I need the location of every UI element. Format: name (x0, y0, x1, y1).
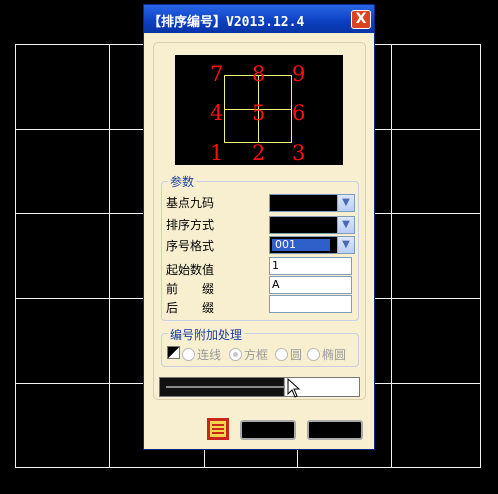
seq-format-select[interactable]: 001 ▼ (269, 236, 355, 254)
position-preview: 7 8 9 4 5 6 1 2 3 (175, 55, 343, 165)
logo-graphic (210, 421, 226, 437)
grid-hline (15, 467, 481, 468)
ok-button[interactable] (240, 420, 296, 440)
grid-vline (391, 44, 392, 468)
option-circle-label: 圆 (290, 348, 303, 362)
chevron-down-icon[interactable]: ▼ (337, 237, 354, 253)
extra-enable-checkbox[interactable] (167, 346, 180, 360)
start-value-label: 起始数值 (166, 263, 215, 277)
close-button[interactable]: X (351, 10, 371, 29)
button-bar (166, 386, 285, 388)
radio-icon (229, 348, 242, 361)
sort-mode-select[interactable]: ▼ (269, 216, 355, 234)
base-point-label: 基点九码 (166, 196, 215, 210)
suffix-label: 后 缀 (166, 301, 215, 315)
option-box[interactable]: 方框 (229, 346, 268, 363)
radio-icon (182, 348, 195, 361)
pick-objects-button[interactable] (159, 377, 360, 397)
option-circle[interactable]: 圆 (275, 346, 302, 363)
chevron-down-icon[interactable]: ▼ (337, 217, 354, 233)
sort-mode-label: 排序方式 (166, 218, 215, 232)
grid-number-2[interactable]: 2 (252, 142, 265, 164)
option-ellipse[interactable]: 椭圆 (307, 346, 346, 363)
grid-number-8[interactable]: 8 (252, 63, 265, 85)
suffix-input[interactable] (269, 295, 352, 313)
grid-vline (15, 44, 16, 468)
sort-number-dialog: 【排序编号】V2013.12.4 X 7 8 9 4 5 6 1 2 3 参数 … (143, 4, 375, 450)
option-ellipse-label: 椭圆 (322, 348, 347, 362)
grid-number-5[interactable]: 5 (252, 102, 265, 124)
window-title: 【排序编号】V2013.12.4 (148, 15, 305, 30)
start-value-input[interactable]: 1 (269, 257, 352, 275)
prefix-label: 前 缀 (166, 282, 215, 296)
option-line-label: 连线 (197, 348, 222, 362)
prefix-input[interactable]: A (269, 276, 352, 294)
grid-vline (480, 44, 481, 468)
extra-group-title: 编号附加处理 (168, 326, 245, 343)
grid-number-3[interactable]: 3 (292, 142, 305, 164)
grid-number-7[interactable]: 7 (210, 63, 223, 85)
seq-format-value: 001 (272, 239, 330, 251)
cancel-button[interactable] (307, 420, 363, 440)
radio-icon (275, 348, 288, 361)
mouse-cursor-icon (287, 378, 301, 398)
checkbox-icon (167, 346, 180, 359)
option-box-label: 方框 (244, 348, 269, 362)
grid-number-4[interactable]: 4 (210, 102, 223, 124)
grid-number-9[interactable]: 9 (292, 63, 305, 85)
radio-icon (307, 348, 320, 361)
chevron-down-icon[interactable]: ▼ (337, 195, 354, 211)
grid-number-6[interactable]: 6 (292, 102, 305, 124)
grid-number-1[interactable]: 1 (210, 142, 223, 164)
grid-vline (109, 44, 110, 468)
seq-format-label: 序号格式 (166, 239, 215, 253)
option-line[interactable]: 连线 (182, 346, 221, 363)
app-logo-icon[interactable] (207, 418, 229, 440)
params-group-title: 参数 (168, 173, 197, 190)
base-point-select[interactable]: ▼ (269, 194, 355, 212)
title-bar[interactable]: 【排序编号】V2013.12.4 X (144, 5, 374, 33)
